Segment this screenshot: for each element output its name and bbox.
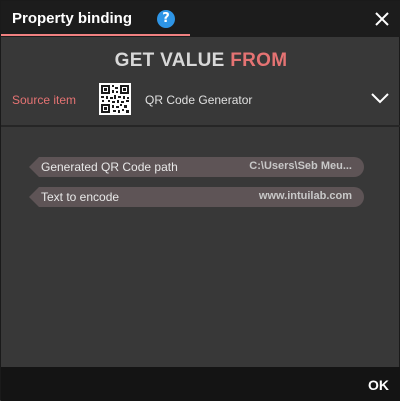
property-row[interactable]: Text to encode www.intuilab.com	[29, 187, 364, 207]
property-label: Generated QR Code path	[41, 160, 178, 174]
heading-accent: FROM	[230, 50, 288, 71]
property-value: C:\Users\Seb Meu...	[249, 160, 352, 172]
property-row[interactable]: Generated QR Code path C:\Users\Seb Meu.…	[29, 157, 364, 177]
property-binding-dialog: Property binding ? GET VALUE FROM Source…	[0, 0, 400, 401]
dialog-title: Property binding	[12, 10, 132, 27]
close-icon[interactable]	[372, 9, 392, 29]
section-heading: GET VALUE FROM	[1, 50, 400, 72]
divider	[1, 125, 400, 127]
help-icon[interactable]: ?	[157, 10, 175, 28]
title-underline	[1, 34, 190, 36]
property-value: www.intuilab.com	[258, 190, 352, 202]
qr-code-icon	[99, 83, 131, 115]
ok-button[interactable]: OK	[368, 377, 389, 393]
source-item-value: QR Code Generator	[145, 93, 253, 107]
dialog-header: Property binding ?	[1, 1, 400, 37]
property-label: Text to encode	[41, 190, 120, 204]
heading-main: GET VALUE	[114, 50, 231, 71]
chevron-down-icon[interactable]	[370, 91, 390, 105]
dialog-footer: OK	[1, 367, 400, 401]
source-item-label: Source item	[12, 93, 77, 107]
